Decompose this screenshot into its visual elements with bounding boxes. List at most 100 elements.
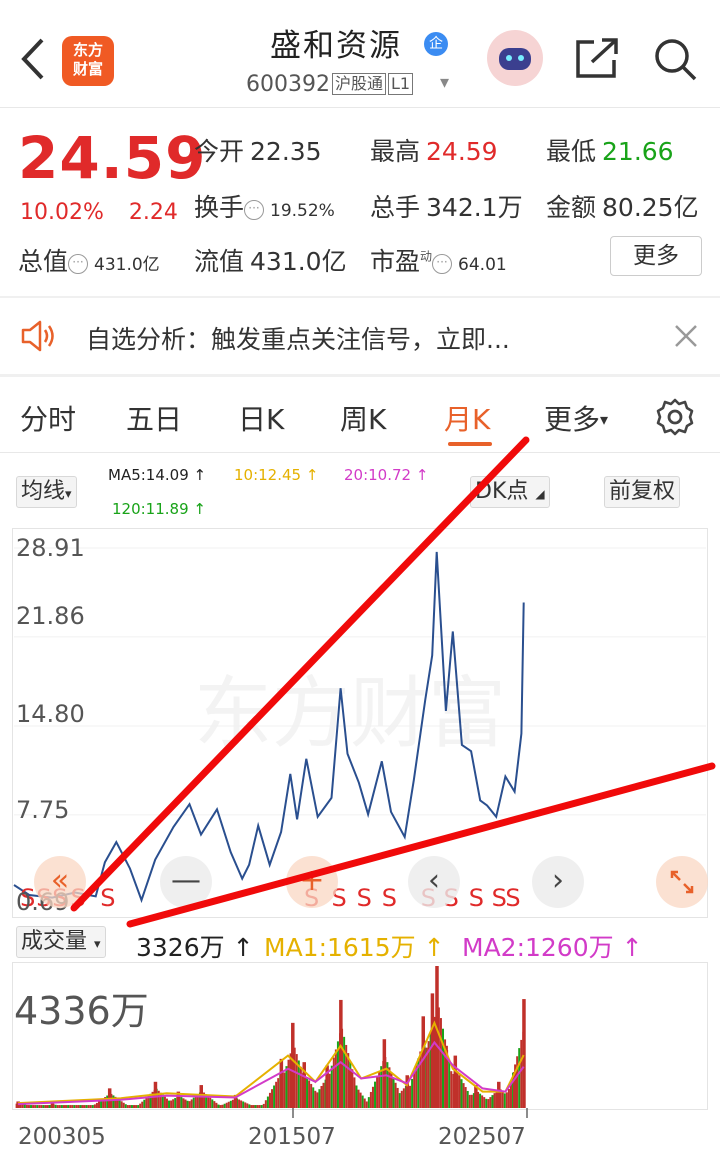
volume-bar bbox=[211, 1099, 214, 1108]
pe-value: 64.01 bbox=[458, 255, 507, 275]
mktcap-item[interactable]: 总值 ··· 431.0亿 bbox=[18, 242, 160, 278]
volume-bar bbox=[435, 966, 439, 1108]
volume-bar bbox=[353, 1077, 356, 1108]
volume-bar bbox=[501, 1091, 504, 1108]
volume-bar bbox=[168, 1100, 171, 1108]
volume-bar bbox=[343, 1036, 346, 1108]
quote-panel: 24.59 10.02% 2.24 今开 22.35 最高 24.59 最低 21.6… bbox=[0, 108, 720, 298]
change-pct: 10.02% bbox=[20, 200, 104, 225]
volume-bar bbox=[279, 1058, 284, 1108]
volume-bar bbox=[348, 1068, 352, 1108]
code-dropdown-icon[interactable]: ▾ bbox=[440, 72, 449, 93]
volume-indicator-select[interactable]: 成交量 ▾ bbox=[16, 926, 106, 958]
app-logo-text: 东方财富 bbox=[73, 41, 104, 78]
volume-bar bbox=[507, 1088, 510, 1108]
volume-bar bbox=[409, 1085, 412, 1108]
pe-label: 市盈 bbox=[370, 247, 421, 276]
volume-bar bbox=[487, 1099, 490, 1108]
amount-value: 80.25亿 bbox=[602, 193, 699, 222]
volume-bar bbox=[505, 1092, 508, 1108]
amount-item: 金额 80.25亿 bbox=[546, 188, 699, 224]
volume-bar bbox=[382, 1039, 387, 1108]
lower-trendline bbox=[126, 762, 716, 928]
stock-code-value: 600392 bbox=[246, 72, 330, 97]
volume-bar bbox=[468, 1094, 471, 1108]
volume-bar bbox=[312, 1087, 315, 1108]
volume-bar bbox=[464, 1087, 467, 1108]
volume-bar bbox=[308, 1080, 311, 1108]
notice-text[interactable]: 自选分析：触发重点关注信号，立即... bbox=[86, 320, 510, 356]
volume-bar bbox=[192, 1097, 195, 1108]
pe-sup: 动 bbox=[420, 249, 433, 264]
vol-ma1-text: MA1:1615万 bbox=[264, 933, 416, 962]
volume-bar bbox=[339, 999, 343, 1108]
chevron-down-icon: ▾ bbox=[600, 410, 609, 429]
high-value: 24.59 bbox=[426, 137, 498, 166]
info-icon: ··· bbox=[432, 254, 453, 274]
volume-bar bbox=[485, 1098, 488, 1108]
volume-bar bbox=[213, 1101, 216, 1108]
x-tick: 201507 bbox=[248, 1124, 336, 1150]
search-icon[interactable] bbox=[652, 36, 698, 82]
volume-bar bbox=[357, 1089, 360, 1108]
volume-bar bbox=[371, 1086, 374, 1108]
pe-item[interactable]: 市盈动 ··· 64.01 bbox=[370, 242, 507, 278]
volume-bar bbox=[275, 1081, 278, 1108]
more-button[interactable]: 更多 bbox=[610, 236, 702, 276]
volume-bar bbox=[314, 1090, 317, 1108]
volume-bar bbox=[328, 1073, 331, 1108]
volume-bar bbox=[207, 1095, 210, 1108]
volume-bar bbox=[430, 993, 435, 1108]
back-icon[interactable] bbox=[18, 36, 48, 82]
close-icon[interactable] bbox=[670, 320, 702, 352]
volume-bar bbox=[320, 1086, 323, 1108]
info-icon: ··· bbox=[244, 200, 265, 220]
change-abs: 2.24 bbox=[128, 200, 178, 225]
robot-icon[interactable] bbox=[487, 30, 543, 86]
volume-bar bbox=[106, 1095, 109, 1108]
volume-bar bbox=[518, 1048, 521, 1108]
volume-bar bbox=[363, 1098, 366, 1108]
volume-bar bbox=[374, 1081, 377, 1108]
app-logo[interactable]: 东方财富 bbox=[62, 36, 114, 86]
volume-bar bbox=[470, 1094, 473, 1108]
volume-bar bbox=[392, 1077, 395, 1108]
notice-bar[interactable]: 自选分析：触发重点关注信号，立即... bbox=[0, 298, 720, 374]
volume-bar bbox=[493, 1093, 496, 1108]
volume-bar bbox=[264, 1100, 267, 1108]
vol-ma2-value: MA2:1260万 ↑ bbox=[462, 933, 643, 962]
turnover-value: 19.52% bbox=[270, 201, 335, 221]
volume-bar bbox=[361, 1095, 364, 1108]
open-label: 今开 bbox=[194, 137, 245, 166]
trendline-overlay bbox=[70, 436, 716, 928]
volume-item: 总手 342.1万 bbox=[370, 188, 523, 224]
vol-ma2-text: MA2:1260万 bbox=[462, 933, 614, 962]
low-label: 最低 bbox=[546, 137, 597, 166]
volume-bar bbox=[376, 1076, 379, 1108]
share-icon[interactable] bbox=[574, 38, 620, 80]
volume-bar bbox=[182, 1098, 185, 1108]
volume-bar bbox=[453, 1055, 458, 1108]
volume-bar bbox=[231, 1099, 234, 1108]
volume-bar bbox=[398, 1093, 401, 1108]
x-axis-ticks bbox=[292, 1108, 528, 1118]
volume-bar bbox=[330, 1065, 333, 1108]
volume-bar bbox=[458, 1075, 461, 1108]
turnover-item[interactable]: 换手 ··· 19.52% bbox=[194, 188, 335, 224]
volume-bar bbox=[291, 1022, 295, 1108]
volume-bar bbox=[369, 1091, 372, 1108]
volume-bar bbox=[186, 1100, 189, 1108]
volume-bar bbox=[271, 1089, 274, 1108]
volume-bar bbox=[466, 1090, 469, 1108]
volume-bar bbox=[172, 1099, 175, 1108]
x-tick: 200305 bbox=[18, 1124, 106, 1150]
speaker-icon bbox=[21, 320, 54, 352]
volume-bar bbox=[388, 1067, 391, 1108]
open-item: 今开 22.35 bbox=[194, 132, 322, 168]
float-label: 流值 bbox=[194, 247, 245, 276]
volume-bar bbox=[489, 1097, 492, 1108]
volume-bar bbox=[266, 1096, 269, 1108]
volume-bar bbox=[419, 1051, 422, 1108]
volume-indicator-label: 成交量 bbox=[21, 929, 88, 954]
volume-bar bbox=[483, 1097, 486, 1108]
